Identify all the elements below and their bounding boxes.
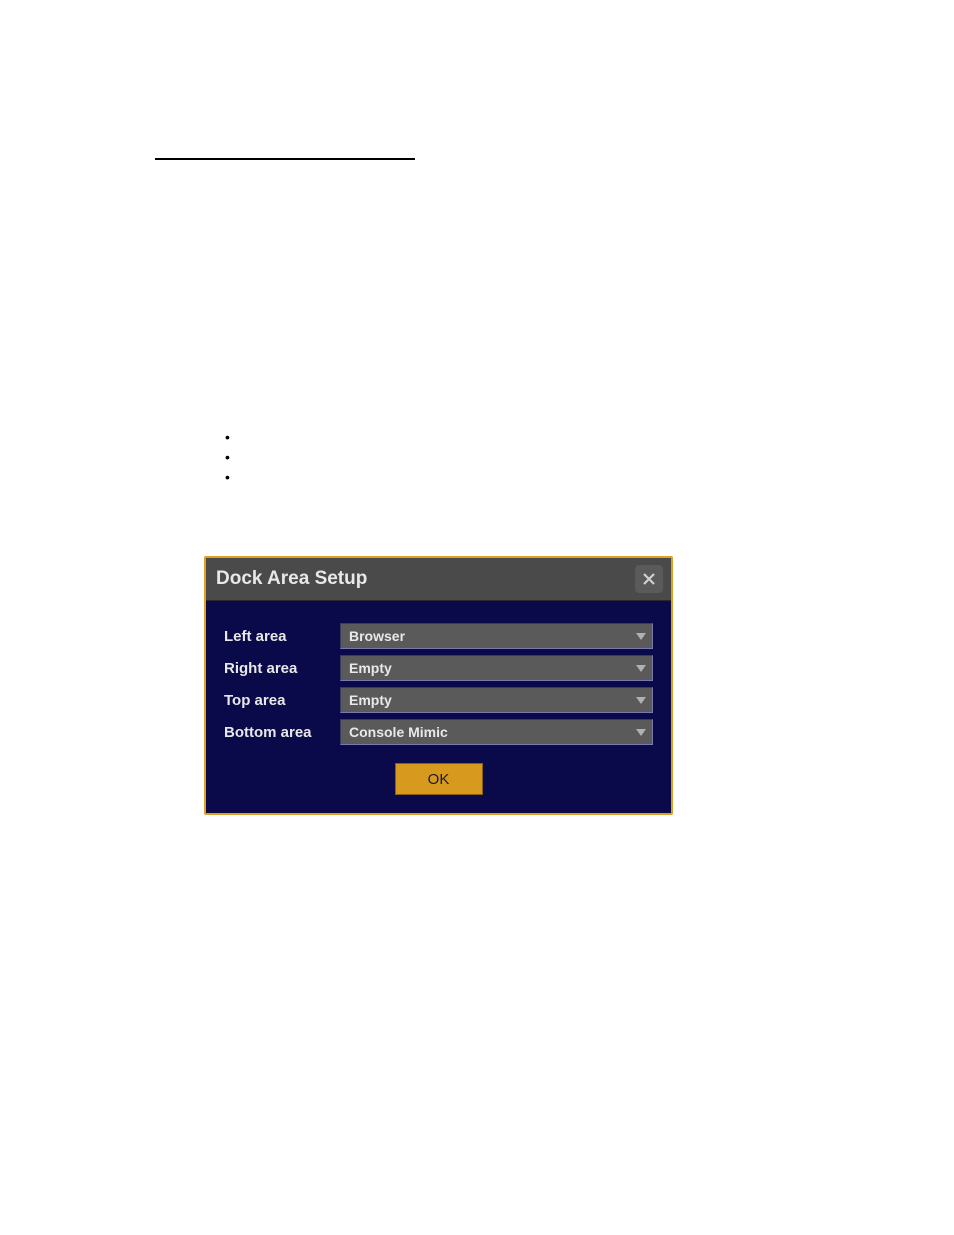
row-bottom-area: Bottom area Console Mimic [224,719,653,745]
close-icon [642,572,656,586]
bullet-item [225,447,238,467]
dropdown-value: Empty [349,660,392,676]
label-left-area: Left area [224,628,340,645]
horizontal-rule [155,158,415,160]
ok-row: OK [224,763,653,795]
chevron-down-icon [634,693,648,707]
row-top-area: Top area Empty [224,687,653,713]
bullet-list [225,427,238,487]
ok-button[interactable]: OK [395,763,483,795]
row-right-area: Right area Empty [224,655,653,681]
label-top-area: Top area [224,692,340,709]
dropdown-value: Console Mimic [349,724,448,740]
bullet-item [225,427,238,447]
dock-area-setup-dialog: Dock Area Setup Left area Browser Right … [204,556,673,815]
chevron-down-icon [634,725,648,739]
label-bottom-area: Bottom area [224,724,340,741]
bullet-item [225,467,238,487]
row-left-area: Left area Browser [224,623,653,649]
dropdown-right-area[interactable]: Empty [340,655,653,681]
dropdown-bottom-area[interactable]: Console Mimic [340,719,653,745]
dialog-body: Left area Browser Right area Empty Top a… [206,601,671,813]
close-button[interactable] [635,565,663,593]
dropdown-top-area[interactable]: Empty [340,687,653,713]
dropdown-value: Empty [349,692,392,708]
dialog-title: Dock Area Setup [216,568,367,590]
dialog-titlebar: Dock Area Setup [206,558,671,601]
dropdown-value: Browser [349,628,405,644]
label-right-area: Right area [224,660,340,677]
chevron-down-icon [634,629,648,643]
dropdown-left-area[interactable]: Browser [340,623,653,649]
chevron-down-icon [634,661,648,675]
